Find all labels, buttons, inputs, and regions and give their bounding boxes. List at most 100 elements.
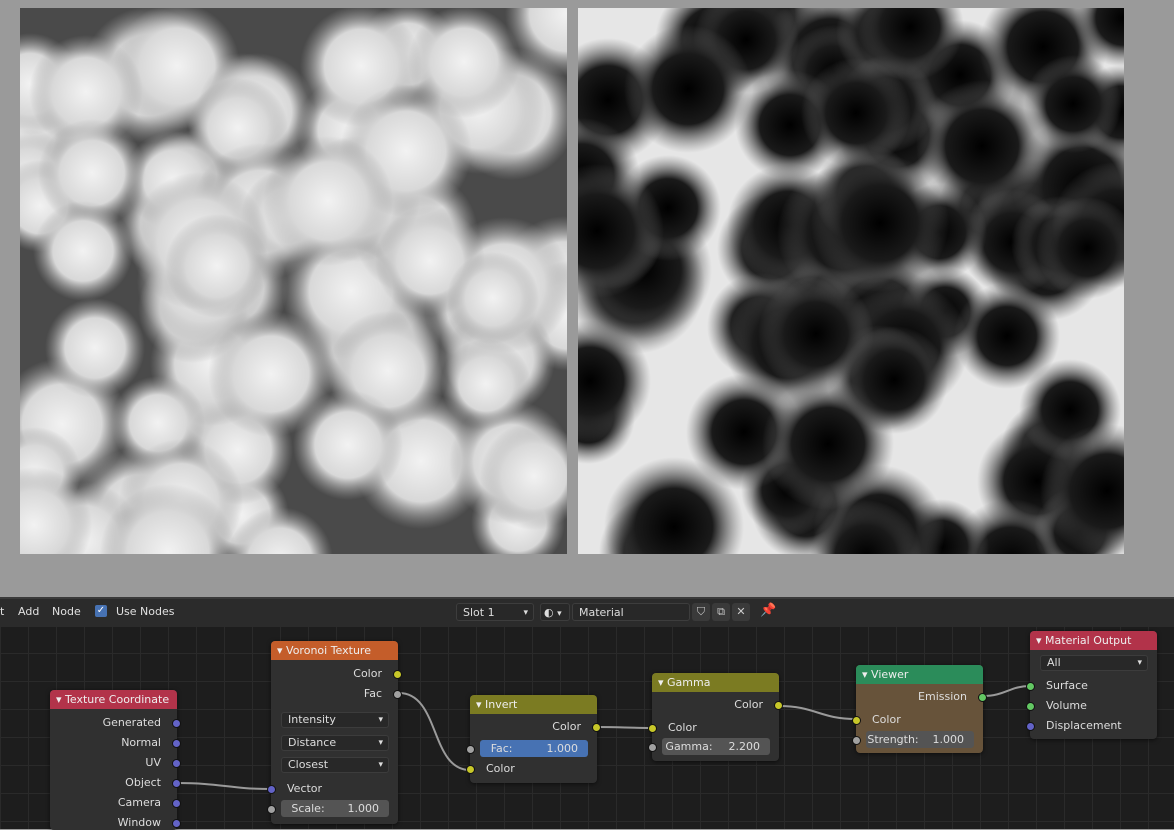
- use-nodes-label[interactable]: Use Nodes: [116, 605, 175, 618]
- material-name-field[interactable]: Material: [572, 603, 690, 621]
- node-editor-header: t Add Node ✓ Use Nodes Slot 1 ▾ ◐ ▾ Mate…: [0, 597, 1174, 627]
- socket[interactable]: [1026, 682, 1035, 691]
- node-title: Invert: [485, 698, 518, 711]
- socket[interactable]: [267, 785, 276, 794]
- input-color: Color: [668, 721, 697, 734]
- texture-cell: [263, 136, 393, 266]
- texture-cell: [165, 214, 269, 318]
- field-label: Fac:: [490, 742, 513, 755]
- node-voronoi-texture[interactable]: ▾ Voronoi Texture Color Fac Intensity ▾ D…: [267, 641, 402, 824]
- socket[interactable]: [852, 736, 861, 745]
- socket[interactable]: [466, 765, 475, 774]
- socket[interactable]: [592, 723, 601, 732]
- socket[interactable]: [774, 701, 783, 710]
- output-color: Color: [353, 667, 382, 680]
- field-value: 1.000: [932, 733, 965, 746]
- distance-dropdown[interactable]: Distance ▾: [281, 735, 389, 751]
- texture-cell: [33, 201, 133, 301]
- node-gamma[interactable]: ▾ Gamma Color Color Gamma: 2.200: [648, 673, 783, 761]
- menu-truncated[interactable]: t: [0, 605, 4, 618]
- texture-cell: [45, 298, 145, 398]
- pin-icon[interactable]: 📌: [760, 603, 776, 618]
- field-label: Strength:: [867, 733, 919, 746]
- texture-cell: [840, 326, 948, 434]
- output-normal: Normal: [121, 736, 161, 749]
- chevron-down-icon: ▾: [523, 608, 528, 618]
- field-value: 1.000: [347, 802, 380, 815]
- dropdown-value: All: [1047, 656, 1061, 669]
- feature-dropdown[interactable]: Closest ▾: [281, 757, 389, 773]
- node-header[interactable]: ▾ Voronoi Texture: [271, 641, 398, 660]
- field-value: 1.000: [546, 742, 579, 755]
- socket[interactable]: [172, 779, 181, 788]
- socket[interactable]: [172, 739, 181, 748]
- texture-cell: [441, 339, 531, 429]
- dropdown-value: Closest: [288, 758, 329, 771]
- socket[interactable]: [172, 759, 181, 768]
- socket[interactable]: [648, 743, 657, 752]
- menu-node[interactable]: Node: [52, 605, 81, 618]
- socket[interactable]: [1026, 702, 1035, 711]
- strength-field[interactable]: Strength: 1.000: [866, 731, 974, 748]
- input-volume: Volume: [1046, 699, 1087, 712]
- node-viewer[interactable]: ▾ Viewer Emission Color Strength: 1.000: [852, 665, 987, 753]
- coloring-dropdown[interactable]: Intensity ▾: [281, 712, 389, 728]
- voronoi-preview-image: [0, 0, 629, 621]
- socket[interactable]: [172, 819, 181, 828]
- output-uv: UV: [145, 756, 161, 769]
- socket[interactable]: [978, 693, 987, 702]
- socket[interactable]: [393, 690, 402, 699]
- socket[interactable]: [172, 799, 181, 808]
- slot-value: Slot 1: [463, 606, 495, 619]
- node-invert[interactable]: ▾ Invert Color Fac: 1.000 Color: [466, 695, 601, 783]
- input-color: Color: [872, 713, 901, 726]
- shield-icon[interactable]: ⛉: [692, 603, 710, 621]
- voronoi-distance-render: [0, 0, 629, 621]
- socket[interactable]: [1026, 722, 1035, 731]
- output-color: Color: [552, 720, 581, 733]
- socket[interactable]: [267, 805, 276, 814]
- output-generated: Generated: [102, 716, 161, 729]
- socket[interactable]: [648, 724, 657, 733]
- node-title: Voronoi Texture: [286, 644, 371, 657]
- socket[interactable]: [852, 716, 861, 725]
- slot-select[interactable]: Slot 1 ▾: [456, 603, 534, 621]
- target-dropdown[interactable]: All ▾: [1040, 655, 1148, 671]
- input-color: Color: [486, 762, 515, 775]
- node-title: Viewer: [871, 668, 909, 681]
- node-texture-coordinate[interactable]: ▾ Texture Coordinate Generated Normal UV…: [50, 690, 181, 830]
- dropdown-value: Distance: [288, 736, 337, 749]
- output-color: Color: [734, 698, 763, 711]
- input-displacement: Displacement: [1046, 719, 1122, 732]
- node-header[interactable]: ▾ Gamma: [652, 673, 779, 692]
- node-header[interactable]: ▾ Texture Coordinate: [50, 690, 177, 709]
- texture-cell: [801, 58, 911, 168]
- field-label: Scale:: [291, 802, 325, 815]
- chevron-down-icon: ▾: [378, 715, 383, 725]
- dropdown-value: Intensity: [288, 713, 336, 726]
- gamma-field[interactable]: Gamma: 2.200: [662, 738, 770, 755]
- field-value: 2.200: [728, 740, 761, 753]
- copy-icon[interactable]: ⧉: [712, 603, 730, 621]
- node-header[interactable]: ▾ Material Output: [1030, 631, 1157, 650]
- output-emission: Emission: [918, 690, 967, 703]
- close-icon[interactable]: ✕: [732, 603, 750, 621]
- node-header[interactable]: ▾ Invert: [470, 695, 597, 714]
- scale-field[interactable]: Scale: 1.000: [281, 800, 389, 817]
- inverted-gamma-preview-image: [524, 0, 1174, 625]
- checkbox-icon[interactable]: ✓: [95, 605, 107, 617]
- input-surface: Surface: [1046, 679, 1088, 692]
- socket[interactable]: [466, 745, 475, 754]
- inverted-gamma-render: [524, 0, 1174, 625]
- socket[interactable]: [172, 719, 181, 728]
- material-browse-button[interactable]: ◐ ▾: [540, 603, 570, 621]
- fac-field[interactable]: Fac: 1.000: [480, 740, 588, 757]
- chevron-down-icon: ▾: [378, 760, 383, 770]
- menu-add[interactable]: Add: [18, 605, 39, 618]
- texture-cell: [1024, 55, 1122, 153]
- output-camera: Camera: [117, 796, 161, 809]
- node-material-output[interactable]: ▾ Material Output All ▾ Surface Volume Di…: [1026, 631, 1157, 739]
- socket[interactable]: [393, 670, 402, 679]
- node-header[interactable]: ▾ Viewer: [856, 665, 983, 684]
- output-object: Object: [125, 776, 161, 789]
